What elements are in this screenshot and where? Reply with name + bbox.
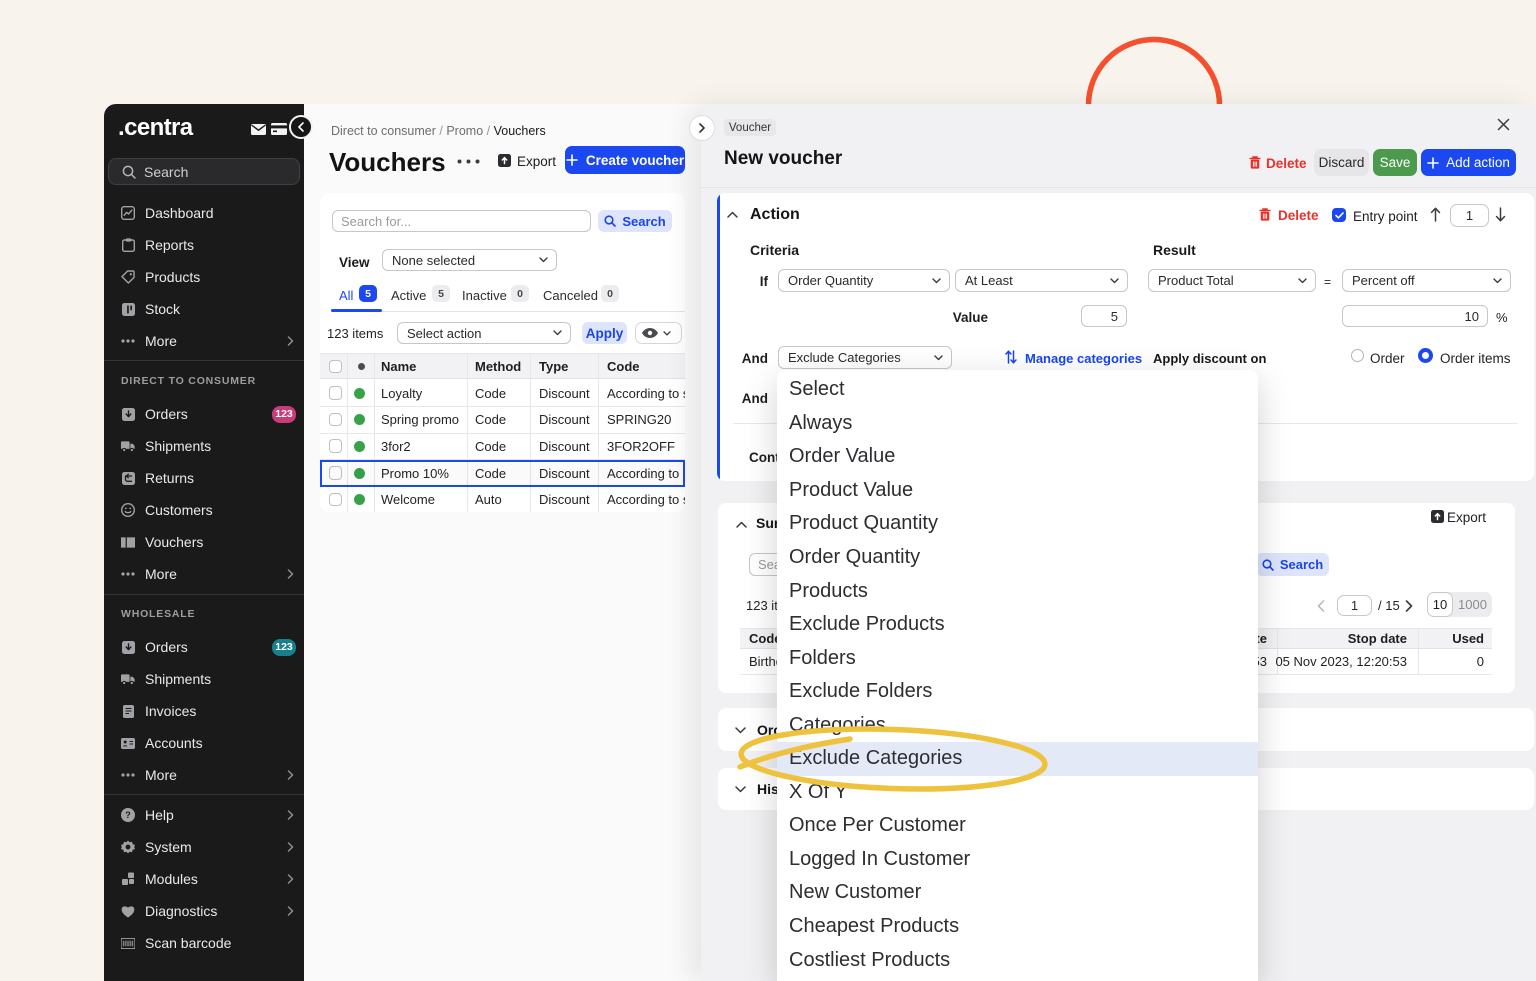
svg-text:?: ? <box>125 810 131 820</box>
